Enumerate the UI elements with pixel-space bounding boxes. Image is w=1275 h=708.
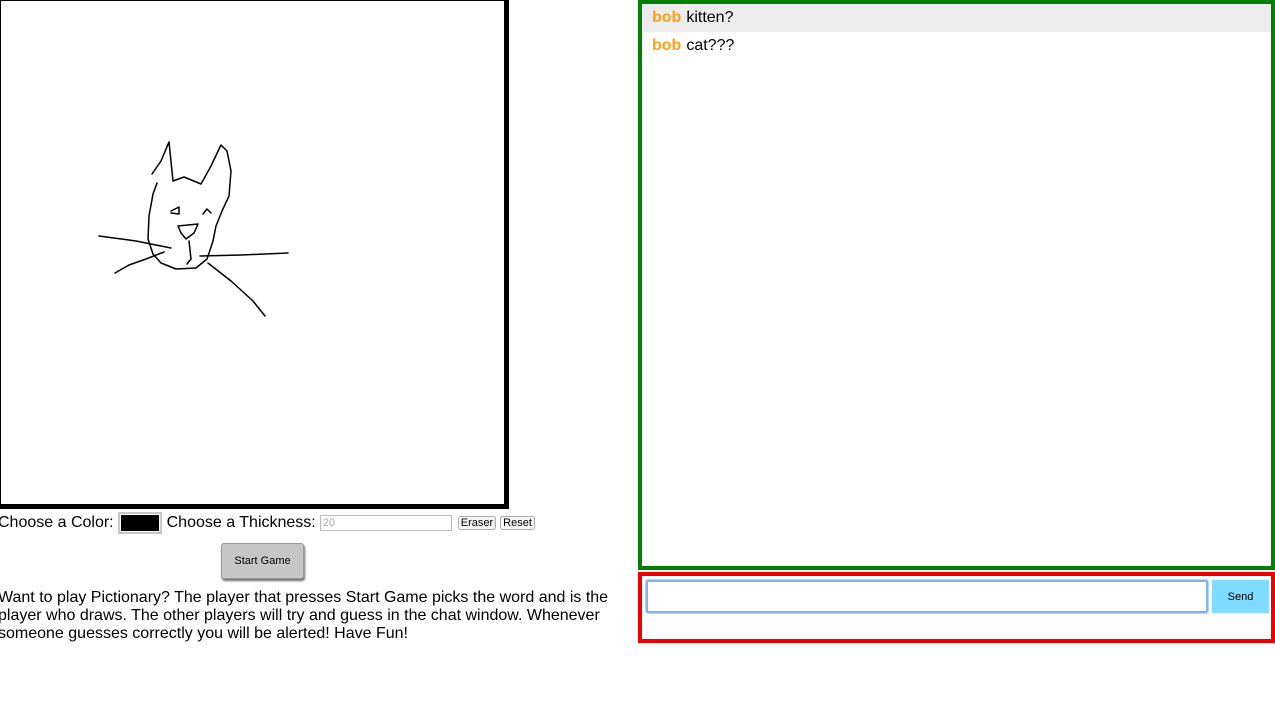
reset-button[interactable]: Reset	[500, 516, 535, 530]
chat-window[interactable]: bob kitten? bob cat???	[638, 0, 1275, 570]
send-button[interactable]: Send	[1212, 580, 1269, 613]
instructions-text: Want to play Pictionary? The player that…	[0, 589, 609, 642]
color-swatch	[120, 515, 159, 531]
color-picker[interactable]	[117, 512, 162, 534]
cat-drawing	[98, 141, 289, 317]
drawing-canvas[interactable]	[0, 0, 509, 509]
drawing-stroke	[186, 240, 192, 265]
message-input[interactable]	[645, 579, 1209, 614]
chat-username: bob	[652, 37, 682, 54]
drawing-stroke	[177, 223, 199, 240]
color-label: Choose a Color:	[0, 514, 114, 531]
start-game-button[interactable]: Start Game	[221, 543, 304, 579]
drawing-controls: Choose a Color: Choose a Thickness: Eras…	[0, 512, 539, 534]
drawing-stroke	[207, 262, 266, 317]
drawing-stroke	[199, 252, 289, 257]
chat-text: cat???	[686, 37, 735, 54]
drawing-stroke	[114, 251, 165, 274]
chat-username: bob	[652, 9, 682, 26]
drawing-stroke	[170, 206, 180, 215]
eraser-button[interactable]: Eraser	[457, 516, 497, 530]
chat-text: kitten?	[686, 9, 734, 26]
message-composer: Send	[638, 572, 1275, 643]
thickness-input[interactable]	[319, 515, 452, 531]
chat-message: bob kitten?	[642, 4, 1271, 32]
drawing-stroke	[202, 208, 212, 215]
chat-message: bob cat???	[642, 32, 1271, 60]
drawing-stroke	[98, 235, 172, 249]
thickness-label: Choose a Thickness:	[166, 514, 316, 531]
